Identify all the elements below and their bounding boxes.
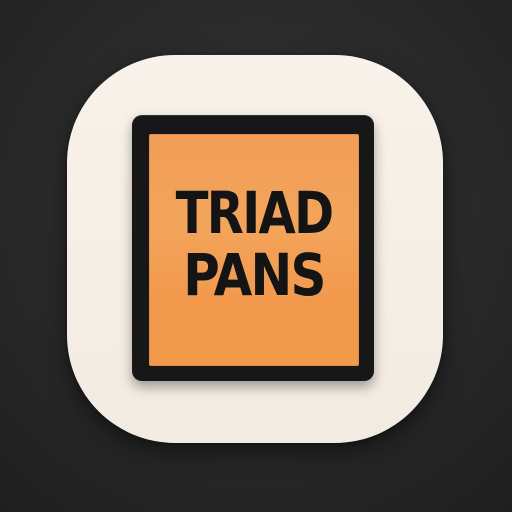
logo-text-line-1: TRIAD (175, 179, 334, 247)
logo-text-line-2: PANS (183, 241, 326, 309)
canvas: TRIAD PANS (0, 0, 512, 512)
